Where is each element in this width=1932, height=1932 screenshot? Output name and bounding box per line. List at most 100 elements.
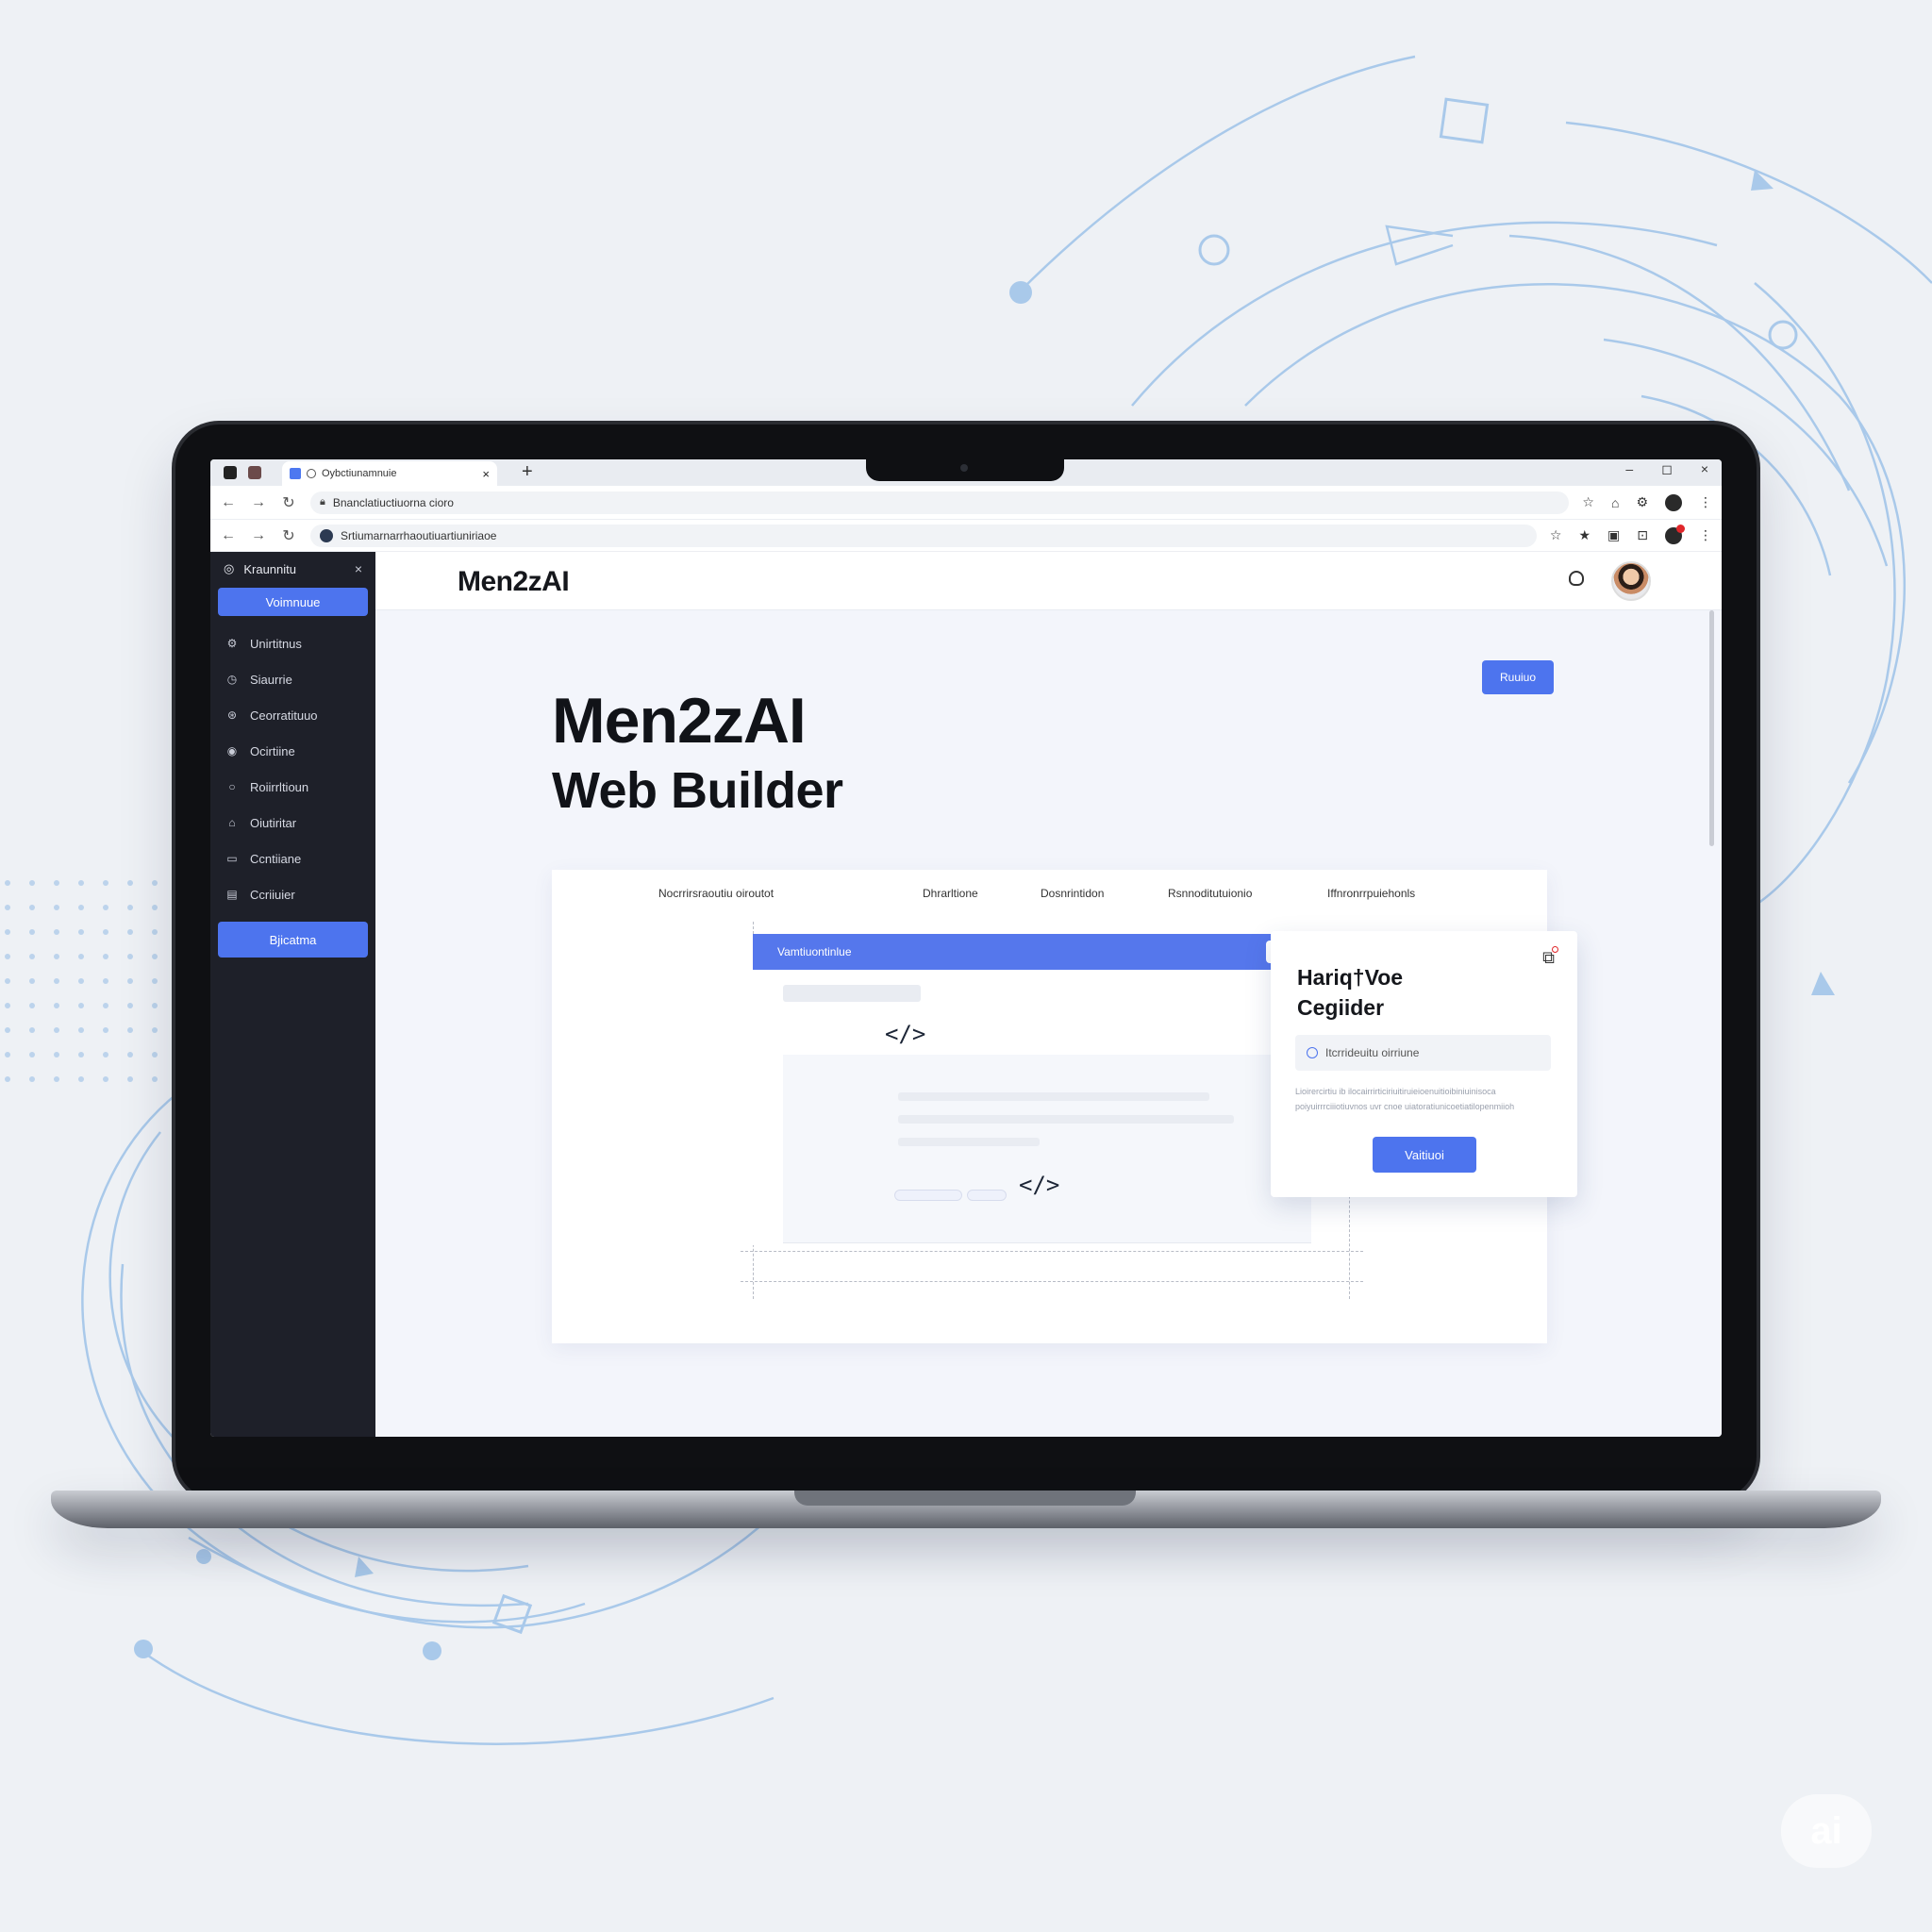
skeleton-line xyxy=(898,1138,1040,1146)
edit-badge xyxy=(1552,946,1558,953)
tag-pill[interactable] xyxy=(967,1190,1007,1201)
app-header: Men2zAI xyxy=(375,552,1722,610)
pinned-tab-icon[interactable] xyxy=(224,466,237,479)
sidebar-item-6[interactable]: ⌂ Oiutiritar xyxy=(210,805,375,841)
editor-titlebar: Vamtiuontinlue ← xyxy=(753,934,1291,970)
sidebar-item-label: Ceorratituuo xyxy=(250,708,318,723)
popup-description: Lioirercirtiu ib ilocairrirticiriuitirui… xyxy=(1295,1087,1515,1111)
lock-icon: 🔒︎ xyxy=(320,496,325,508)
notification-bell-icon[interactable] xyxy=(1569,571,1584,586)
brand-logo[interactable]: Men2zAI xyxy=(458,566,570,598)
sidebar-item-label: Oiutiritar xyxy=(250,815,297,830)
card-tab[interactable]: Iffnronrrpuiehonls xyxy=(1327,887,1415,900)
sidebar-item-1[interactable]: ⚙ Unirtitnus xyxy=(210,625,375,661)
card-tab[interactable]: Rsnnoditutuionio xyxy=(1168,887,1252,900)
code-icon: </> xyxy=(1019,1172,1060,1198)
back-arrow-icon[interactable]: ← xyxy=(220,494,237,511)
home-icon[interactable]: ⌂ xyxy=(1611,495,1619,510)
calendar-icon: ▤ xyxy=(226,888,238,901)
gear-icon: ⚙ xyxy=(226,637,238,650)
toolbar-icons-secondary: ☆ ★ ▣ ⊡ ⋮ xyxy=(1550,524,1712,544)
sidebar-primary-button[interactable]: Voimnuue xyxy=(218,588,368,616)
circle-icon: ○ xyxy=(228,780,236,793)
close-window-button[interactable]: × xyxy=(1701,461,1708,477)
pinned-tab-icon[interactable] xyxy=(248,466,261,479)
editor-panel: Vamtiuontinlue ← </> xyxy=(753,934,1311,1245)
browser-tab-active[interactable]: Oybctiunamnuie × xyxy=(282,461,497,486)
search-icon xyxy=(1307,1047,1318,1058)
sidebar-item-5[interactable]: ○ Roiirrltioun xyxy=(210,769,375,805)
sidebar-item-8[interactable]: ▤ Ccriiuier xyxy=(210,876,375,912)
card-tabs: Nocrrirsraoutiu oiroutot Dhrarltione Dos… xyxy=(552,887,1547,906)
card-tab[interactable]: Nocrrirsraoutiu oiroutot xyxy=(658,887,774,900)
editor-title: Vamtiuontinlue xyxy=(777,945,852,958)
message-icon: ▭ xyxy=(226,852,238,865)
menu-icon[interactable]: ⋮ xyxy=(1699,527,1712,543)
popup-submit-button[interactable]: Vaitiuoi xyxy=(1373,1137,1476,1173)
hero-title: Men2zAI xyxy=(552,685,807,757)
forward-arrow-icon[interactable]: → xyxy=(250,494,267,511)
minimize-button[interactable]: – xyxy=(1625,461,1633,477)
close-tab-icon[interactable]: × xyxy=(482,467,490,481)
address-url: Bnanclatiuctiuorna cioro xyxy=(332,495,454,509)
menu-icon[interactable]: ⋮ xyxy=(1699,494,1712,510)
sidebar-item-label: Siaurrie xyxy=(250,672,292,687)
popup-input[interactable]: Itcrrideuitu oirriune xyxy=(1295,1035,1551,1071)
sidebar-item-label: Unirtitnus xyxy=(250,636,302,651)
sidebar-title: Kraunnitu xyxy=(243,561,296,576)
card-tab[interactable]: Dosnrintidon xyxy=(1041,887,1104,900)
header-cta-button[interactable]: Ruuiuo xyxy=(1482,660,1554,694)
back-arrow-icon[interactable]: ← xyxy=(220,527,237,544)
settings-icon: ⊛ xyxy=(226,708,238,722)
home-icon: ⌂ xyxy=(228,816,236,829)
avatar[interactable] xyxy=(1611,561,1651,601)
reload-icon[interactable]: ↻ xyxy=(280,526,297,545)
sidebar-item-label: Roiirrltioun xyxy=(250,779,309,794)
sidebar-item-label: Ccriiuier xyxy=(250,887,295,902)
notification-badge xyxy=(1676,524,1685,533)
sidebar-item-2[interactable]: ◷ Siaurrie xyxy=(210,661,375,697)
profile-icon[interactable] xyxy=(1665,524,1685,544)
sidebar-item-4[interactable]: ◉ Ocirtiine xyxy=(210,733,375,769)
scene: Oybctiunamnuie × + – ◻ × ← → ↻ 🔒︎ Bnancl… xyxy=(0,0,1932,1932)
sidebar-logo-icon: ◎ xyxy=(224,561,235,575)
scrollbar[interactable] xyxy=(1709,610,1714,846)
sidebar-item-7[interactable]: ▭ Ccntiiane xyxy=(210,841,375,876)
layout-guide xyxy=(741,1251,1363,1252)
new-tab-button[interactable]: + xyxy=(522,462,533,481)
address-url-secondary: Srtiumarnarrhaoutiuartiuniriaoe xyxy=(341,528,497,542)
site-icon xyxy=(320,528,333,542)
laptop-base-groove xyxy=(794,1491,1136,1506)
hero-subtitle: Web Builder xyxy=(552,762,843,819)
reload-icon[interactable]: ↻ xyxy=(280,493,297,512)
sidebar-header: ◎ Kraunnitu × xyxy=(210,552,375,582)
clock-icon: ◷ xyxy=(226,673,238,686)
external-link-icon[interactable]: ⧉ xyxy=(1542,946,1558,968)
star-icon[interactable]: ☆ xyxy=(1582,494,1594,510)
laptop-notch xyxy=(866,457,1064,481)
address-bar-secondary[interactable]: Srtiumarnarrhaoutiuartiuniriaoe xyxy=(310,524,1537,547)
sidebar-item-3[interactable]: ⊛ Ceorratituuo xyxy=(210,697,375,733)
browser-toolbar: ← → ↻ 🔒︎ Bnanclatiuctiuorna cioro ☆ ⌂ ⚙ … xyxy=(210,486,1722,520)
address-bar[interactable]: 🔒︎ Bnanclatiuctiuorna cioro xyxy=(310,491,1570,514)
sidebar-bottom-button[interactable]: Bjicatma xyxy=(218,922,368,958)
ai-watermark: ai xyxy=(1781,1794,1872,1868)
sidebar-item-label: Ocirtiine xyxy=(250,743,295,758)
extensions-icon[interactable]: ⚙ xyxy=(1636,494,1648,510)
forward-arrow-icon[interactable]: → xyxy=(250,527,267,544)
sidebar-close-icon[interactable]: × xyxy=(355,561,362,576)
star-icon[interactable]: ☆ xyxy=(1550,527,1562,543)
downloads-icon[interactable]: ⊡ xyxy=(1637,527,1648,543)
skeleton-line xyxy=(898,1092,1209,1101)
bookmark-star-icon[interactable]: ★ xyxy=(1578,527,1591,543)
maximize-button[interactable]: ◻ xyxy=(1661,461,1673,477)
layout-guide xyxy=(741,1281,1363,1282)
tag-pill[interactable] xyxy=(894,1190,962,1201)
preview-panel xyxy=(783,1055,1311,1243)
tab-favicon-icon xyxy=(290,468,301,479)
tab-search-icon[interactable]: ▣ xyxy=(1607,527,1620,543)
sidebar-item-label: Ccntiiane xyxy=(250,851,302,866)
skeleton-line xyxy=(783,985,921,1002)
card-tab[interactable]: Dhrarltione xyxy=(923,887,978,900)
profile-icon[interactable] xyxy=(1665,493,1682,511)
